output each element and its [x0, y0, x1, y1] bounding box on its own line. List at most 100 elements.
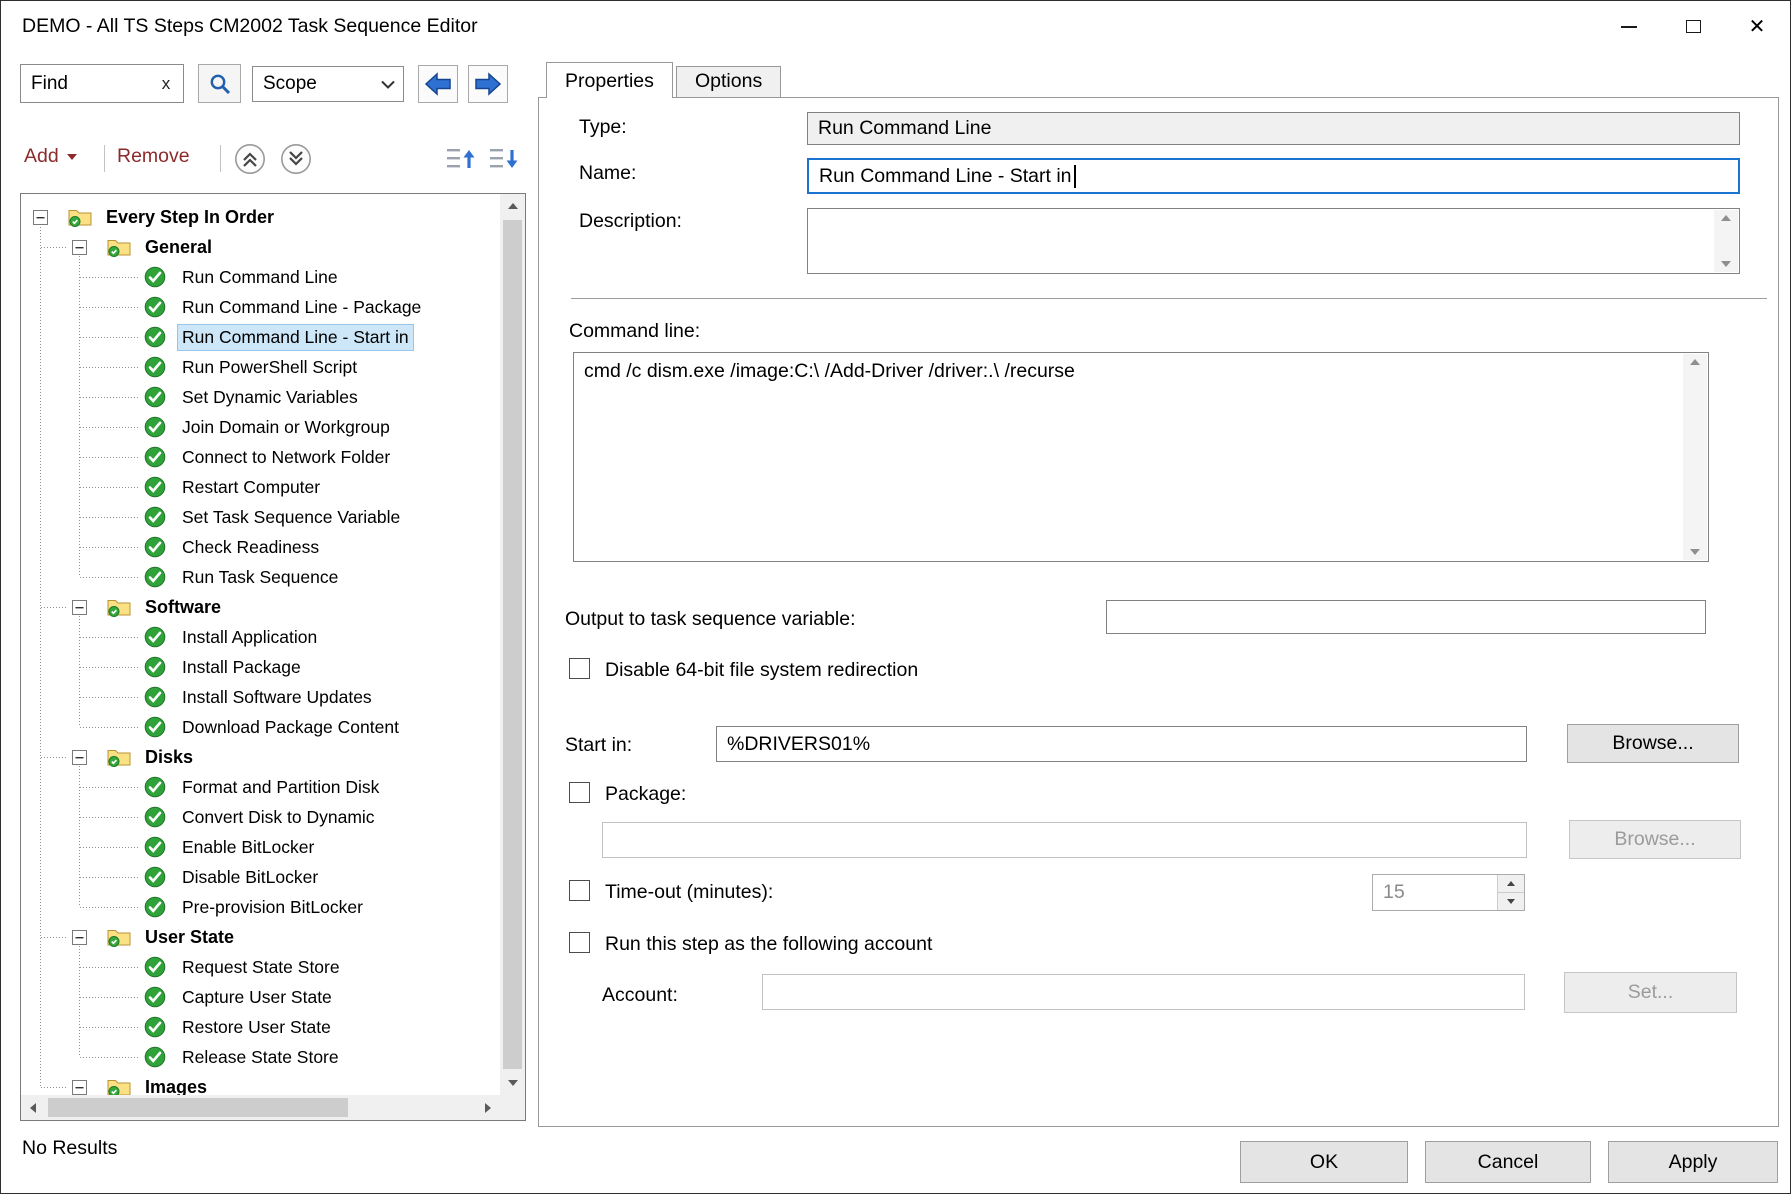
tree-step[interactable]: Run PowerShell Script [21, 352, 500, 382]
scroll-right-button[interactable] [476, 1095, 500, 1120]
remove-button[interactable]: Remove [117, 145, 190, 168]
tree-step[interactable]: Enable BitLocker [21, 832, 500, 862]
chevron-left-icon [30, 1103, 36, 1113]
step-check-icon [144, 266, 166, 288]
output-variable-input[interactable] [1106, 600, 1706, 634]
tree-group-software[interactable]: Software [21, 592, 500, 622]
tree-vertical-scrollbar[interactable] [500, 194, 525, 1095]
find-input[interactable]: Find x [20, 64, 184, 103]
tree-step[interactable]: Install Software Updates [21, 682, 500, 712]
tree-step[interactable]: Install Package [21, 652, 500, 682]
horizontal-scroll-thumb[interactable] [48, 1098, 348, 1117]
move-step-up-button[interactable] [234, 143, 266, 175]
tree-group-general[interactable]: General [21, 232, 500, 262]
chevron-up-icon [1721, 215, 1731, 221]
command-line-value: cmd /c dism.exe /image:C:\ /Add-Driver /… [574, 353, 1075, 383]
tree-step[interactable]: Join Domain or Workgroup [21, 412, 500, 442]
tree-group-disks[interactable]: Disks [21, 742, 500, 772]
tree-root[interactable]: Every Step In Order [21, 202, 500, 232]
tree-step[interactable]: Run Command Line [21, 262, 500, 292]
clear-find-button[interactable]: x [149, 74, 183, 94]
find-next-button[interactable] [468, 65, 508, 103]
disable-64bit-checkbox[interactable] [569, 658, 590, 679]
tree-step[interactable]: Restore User State [21, 1012, 500, 1042]
tree-step[interactable]: Disable BitLocker [21, 862, 500, 892]
tree-step[interactable]: Capture User State [21, 982, 500, 1012]
collapse-all-button[interactable] [487, 144, 521, 174]
find-previous-button[interactable] [418, 65, 458, 103]
tree-step[interactable]: Connect to Network Folder [21, 442, 500, 472]
tree-step[interactable]: Install Application [21, 622, 500, 652]
run-as-account-label: Run this step as the following account [605, 933, 932, 956]
tree-step[interactable]: Set Task Sequence Variable [21, 502, 500, 532]
tree-step[interactable]: Set Dynamic Variables [21, 382, 500, 412]
start-in-browse-button[interactable]: Browse... [1567, 724, 1739, 763]
tree-step[interactable]: Check Readiness [21, 532, 500, 562]
close-button[interactable]: ✕ [1725, 1, 1789, 52]
vertical-scroll-thumb[interactable] [503, 220, 522, 1069]
tree-item-label: Run Task Sequence [178, 565, 342, 590]
tree-step[interactable]: Run Task Sequence [21, 562, 500, 592]
description-textarea[interactable] [807, 208, 1740, 274]
tree-item-label: User State [141, 925, 238, 950]
package-checkbox[interactable] [569, 782, 590, 803]
step-check-icon [144, 326, 166, 348]
tree-step[interactable]: Restart Computer [21, 472, 500, 502]
ok-button[interactable]: OK [1240, 1141, 1408, 1183]
collapse-icon[interactable] [33, 210, 48, 225]
command-line-textarea[interactable]: cmd /c dism.exe /image:C:\ /Add-Driver /… [573, 352, 1709, 562]
task-sequence-tree: Every Step In OrderGeneralRun Command Li… [20, 193, 526, 1121]
move-step-down-button[interactable] [280, 143, 312, 175]
tree-step[interactable]: Request State Store [21, 952, 500, 982]
step-check-icon [144, 626, 166, 648]
account-set-button: Set... [1564, 972, 1737, 1013]
maximize-button[interactable] [1661, 1, 1725, 52]
scroll-down-button[interactable] [500, 1071, 525, 1095]
spinner-buttons [1497, 875, 1524, 910]
tree-item-label: Every Step In Order [102, 205, 278, 230]
scroll-up-button[interactable] [500, 194, 525, 218]
tree-group-images[interactable]: Images [21, 1072, 500, 1095]
run-as-account-checkbox[interactable] [569, 932, 590, 953]
tree-step[interactable]: Pre-provision BitLocker [21, 892, 500, 922]
cancel-button[interactable]: Cancel [1425, 1141, 1591, 1183]
name-input[interactable]: Run Command Line - Start in [807, 158, 1740, 194]
spin-down-button[interactable] [1498, 892, 1524, 910]
add-button[interactable]: Add [24, 145, 77, 168]
tree-item-label: Restore User State [178, 1015, 335, 1040]
description-scrollbar[interactable] [1714, 210, 1738, 272]
collapse-icon[interactable] [72, 750, 87, 765]
scope-select[interactable]: Scope [252, 66, 404, 102]
tree-item-label: Run Command Line - Start in [178, 325, 413, 350]
tree-step[interactable]: Release State Store [21, 1042, 500, 1072]
tree-group-user-state[interactable]: User State [21, 922, 500, 952]
chevron-down-icon [1721, 261, 1731, 267]
add-button-label: Add [24, 145, 59, 168]
collapse-icon[interactable] [72, 240, 87, 255]
tree-step[interactable]: Run Command Line - Start in [21, 322, 500, 352]
tab-properties[interactable]: Properties [546, 62, 673, 98]
search-button[interactable] [198, 64, 241, 103]
tree-step[interactable]: Download Package Content [21, 712, 500, 742]
tree-step[interactable]: Format and Partition Disk [21, 772, 500, 802]
start-in-input[interactable]: %DRIVERS01% [716, 726, 1527, 762]
name-value: Run Command Line - Start in [809, 165, 1072, 188]
collapse-icon[interactable] [72, 600, 87, 615]
tree-item-label: Run PowerShell Script [178, 355, 361, 380]
command-line-scrollbar[interactable] [1683, 354, 1707, 560]
timeout-spinner[interactable]: 15 [1372, 874, 1525, 911]
timeout-checkbox[interactable] [569, 880, 590, 901]
apply-button[interactable]: Apply [1608, 1141, 1778, 1183]
scroll-left-button[interactable] [21, 1095, 45, 1120]
expand-all-button[interactable] [444, 144, 478, 174]
find-input-text: Find [21, 73, 149, 95]
collapse-icon[interactable] [72, 930, 87, 945]
tree-step[interactable]: Convert Disk to Dynamic [21, 802, 500, 832]
tree-horizontal-scrollbar[interactable] [21, 1095, 500, 1120]
collapse-icon[interactable] [72, 1080, 87, 1095]
package-label: Package: [605, 783, 686, 806]
tab-options[interactable]: Options [676, 66, 781, 97]
spin-up-button[interactable] [1498, 875, 1524, 892]
tree-step[interactable]: Run Command Line - Package [21, 292, 500, 322]
minimize-button[interactable] [1597, 1, 1661, 52]
